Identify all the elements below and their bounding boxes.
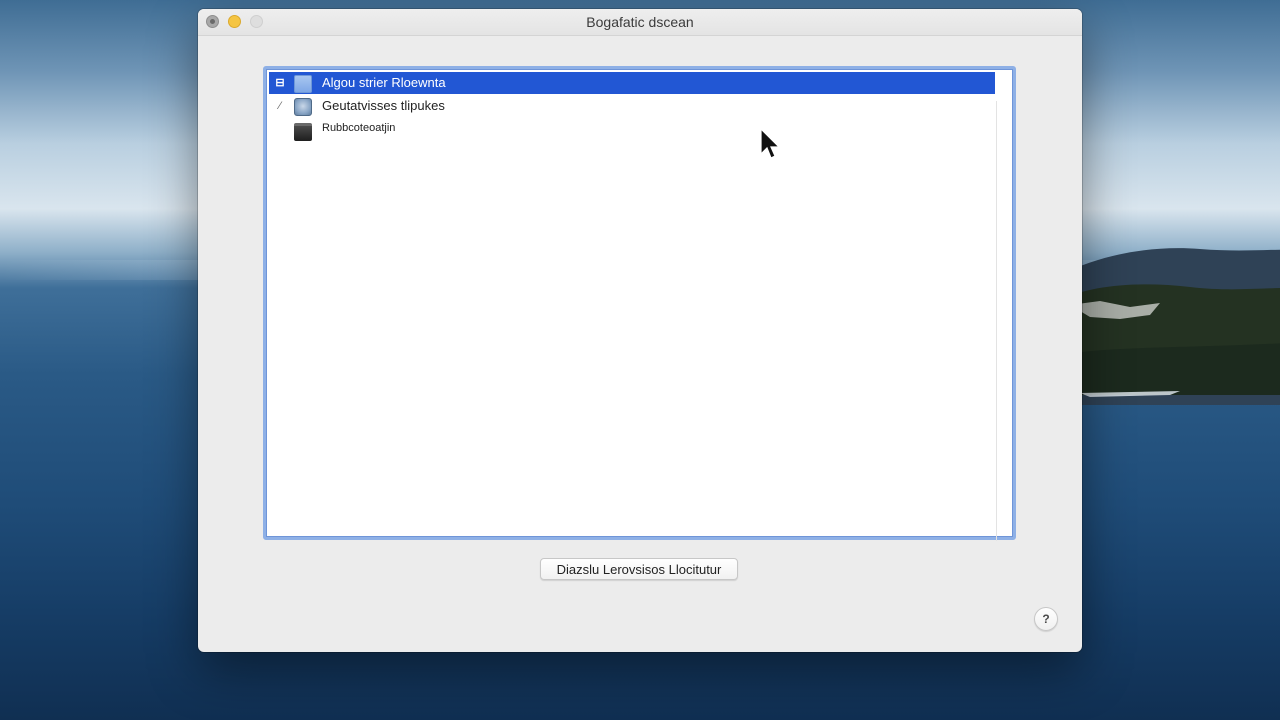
dialog-window: Bogafatic dscean ⊟ Algou strier Rloewnta… xyxy=(198,9,1082,652)
list-item-label: Geutatvisses tlipukes xyxy=(322,98,445,113)
disclosure-icon[interactable]: ⁄ xyxy=(273,99,287,113)
disk-icon xyxy=(294,98,312,116)
list-item[interactable]: ⊟ Algou strier Rloewnta xyxy=(269,72,995,94)
list-item-label: Rubbcoteoatjin xyxy=(322,122,396,134)
list-item[interactable]: Rubbcoteoatjin xyxy=(269,117,995,141)
list-item-label: Algou strier Rloewnta xyxy=(322,75,446,90)
blue-document-icon xyxy=(294,75,312,93)
item-list[interactable]: ⊟ Algou strier Rloewnta ⁄ Geutatvisses t… xyxy=(263,66,1016,541)
window-title: Bogafatic dscean xyxy=(586,14,694,30)
title-bar[interactable]: Bogafatic dscean xyxy=(198,9,1082,36)
dark-folder-icon xyxy=(294,123,312,141)
collapse-icon[interactable]: ⊟ xyxy=(273,76,287,90)
mouse-pointer-icon xyxy=(760,128,781,159)
action-button[interactable]: Diazslu Lerovsisos Llocitutur xyxy=(540,558,738,580)
island-landscape xyxy=(1060,248,1280,405)
list-item[interactable]: ⁄ Geutatvisses tlipukes xyxy=(269,95,995,117)
scrollbar-track[interactable] xyxy=(996,101,997,541)
help-button[interactable]: ? xyxy=(1034,607,1058,631)
